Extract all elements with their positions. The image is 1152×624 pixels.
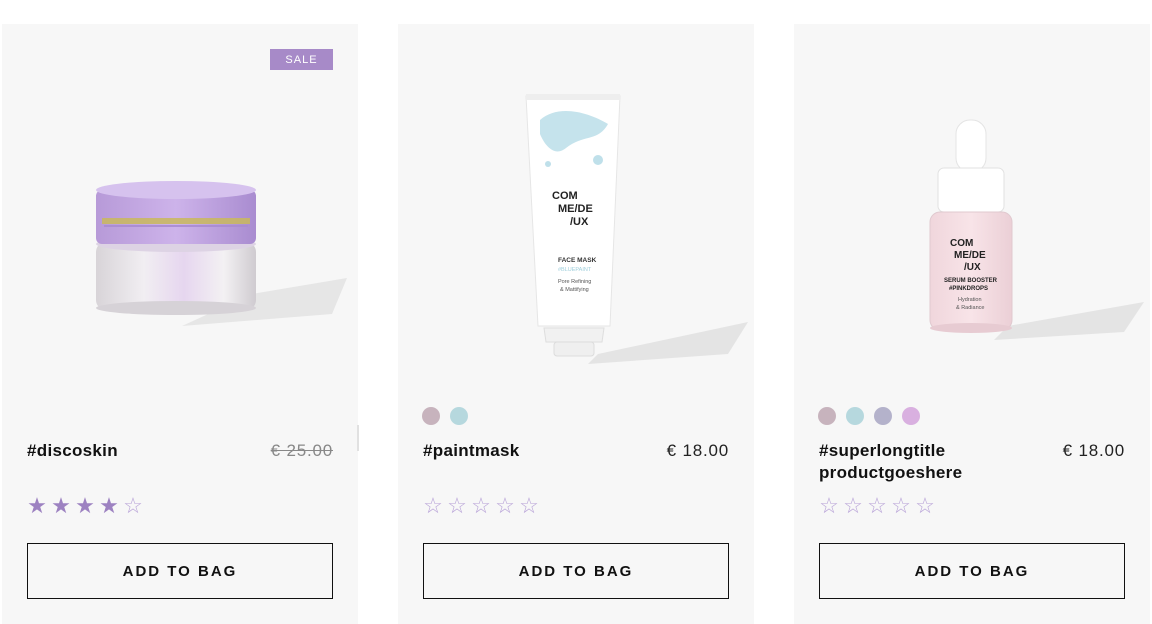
product-card[interactable]: SALE #discoskin € 25.00 ★ ★ ★ ★ ☆ ADD TO… <box>2 24 358 624</box>
star-empty-icon[interactable]: ☆ <box>494 494 516 518</box>
star-empty-icon[interactable]: ☆ <box>890 494 912 518</box>
add-to-bag-button[interactable]: ADD TO BAG <box>423 543 729 599</box>
product-image[interactable] <box>2 64 358 384</box>
color-swatch[interactable] <box>450 407 468 425</box>
package-subtitle: #PINKDROPS <box>949 286 988 292</box>
color-swatches[interactable] <box>818 407 920 425</box>
package-desc: Hydration <box>958 297 982 303</box>
star-empty-icon[interactable]: ☆ <box>842 494 864 518</box>
color-swatch[interactable] <box>422 407 440 425</box>
package-desc: & Radiance <box>956 305 984 311</box>
product-name[interactable]: #superlongtitle productgoeshere <box>819 440 1049 484</box>
package-brand-line: COM <box>950 238 973 249</box>
color-swatch[interactable] <box>902 407 920 425</box>
star-empty-icon[interactable]: ☆ <box>470 494 492 518</box>
star-filled-icon[interactable]: ★ <box>74 494 96 518</box>
star-empty-icon[interactable]: ☆ <box>422 494 444 518</box>
color-swatch[interactable] <box>846 407 864 425</box>
star-empty-icon[interactable]: ☆ <box>122 494 144 518</box>
package-subtitle: #BLUEPAINT <box>558 267 592 273</box>
product-name[interactable]: #paintmask <box>423 440 653 462</box>
star-filled-icon[interactable]: ★ <box>50 494 72 518</box>
package-brand-line: /UX <box>964 262 981 273</box>
product-card[interactable]: COM ME/DE /UX FACE MASK #BLUEPAINT Pore … <box>398 24 754 624</box>
rating-stars[interactable]: ☆ ☆ ☆ ☆ ☆ <box>818 494 936 518</box>
add-to-bag-button[interactable]: ADD TO BAG <box>819 543 1125 599</box>
color-swatches[interactable] <box>422 407 468 425</box>
package-brand-line: ME/DE <box>558 203 593 215</box>
product-price: € 18.00 <box>1062 441 1125 460</box>
product-image[interactable]: COM ME/DE /UX FACE MASK #BLUEPAINT Pore … <box>398 64 754 384</box>
star-empty-icon[interactable]: ☆ <box>914 494 936 518</box>
package-desc: & Mattifying <box>560 287 589 293</box>
color-swatch[interactable] <box>818 407 836 425</box>
package-product-name: FACE MASK <box>558 257 597 264</box>
package-brand-line: /UX <box>570 216 589 228</box>
star-empty-icon[interactable]: ☆ <box>818 494 840 518</box>
rating-stars[interactable]: ★ ★ ★ ★ ☆ <box>26 494 144 518</box>
star-filled-icon[interactable]: ★ <box>98 494 120 518</box>
product-card[interactable]: COM ME/DE /UX SERUM BOOSTER #PINKDROPS H… <box>794 24 1150 624</box>
package-brand-line: COM <box>552 190 578 202</box>
add-to-bag-button[interactable]: ADD TO BAG <box>27 543 333 599</box>
package-product-name: SERUM BOOSTER <box>944 278 998 284</box>
product-price: € 18.00 <box>666 441 729 460</box>
card-edge-divider <box>357 425 359 451</box>
product-name[interactable]: #discoskin <box>27 440 257 462</box>
color-swatch[interactable] <box>874 407 892 425</box>
package-desc: Pore Refining <box>558 279 591 285</box>
product-price-original: € 25.00 <box>270 441 333 460</box>
star-filled-icon[interactable]: ★ <box>26 494 48 518</box>
star-empty-icon[interactable]: ☆ <box>518 494 540 518</box>
star-empty-icon[interactable]: ☆ <box>446 494 468 518</box>
star-empty-icon[interactable]: ☆ <box>866 494 888 518</box>
rating-stars[interactable]: ☆ ☆ ☆ ☆ ☆ <box>422 494 540 518</box>
product-image[interactable]: COM ME/DE /UX SERUM BOOSTER #PINKDROPS H… <box>794 64 1150 384</box>
package-brand-line: ME/DE <box>954 250 986 261</box>
